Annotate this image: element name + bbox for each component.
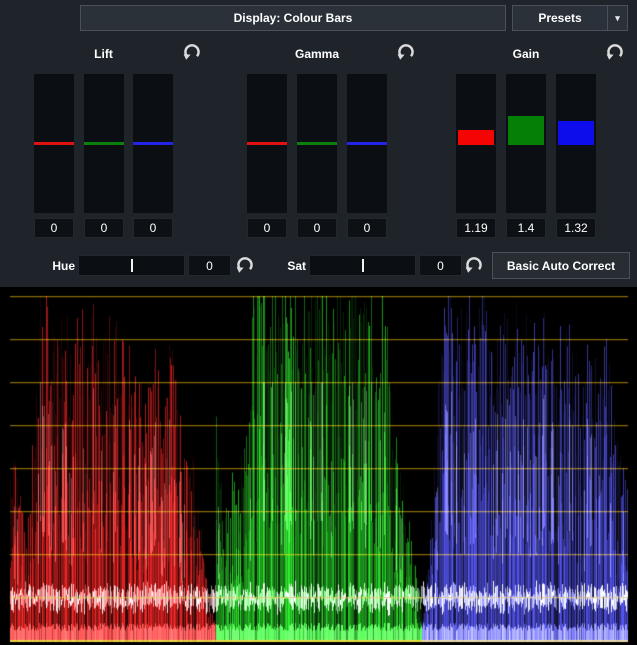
lift-red-slider[interactable] (34, 74, 74, 213)
gain-red-slider[interactable] (456, 74, 496, 213)
presets-label: Presets (513, 11, 607, 25)
gamma-blue-value[interactable]: 0 (347, 218, 387, 238)
gain-red-handle[interactable] (458, 130, 494, 145)
hue-value[interactable]: 0 (188, 255, 231, 276)
gamma-blue-slider[interactable] (347, 74, 387, 213)
lift-green-handle[interactable] (84, 142, 124, 145)
gamma-green-value[interactable]: 0 (297, 218, 337, 238)
gain-red-value[interactable]: 1.19 (456, 218, 496, 238)
sat-reset-icon[interactable] (464, 255, 484, 275)
sat-label: Sat (262, 258, 306, 274)
gain-section-label: Gain (456, 46, 596, 62)
lift-blue-slider[interactable] (133, 74, 173, 213)
sat-value[interactable]: 0 (419, 255, 462, 276)
sat-slider[interactable] (309, 255, 416, 276)
gain-blue-value[interactable]: 1.32 (556, 218, 596, 238)
gamma-red-handle[interactable] (247, 142, 287, 145)
hue-label: Hue (30, 258, 75, 274)
gamma-red-slider[interactable] (247, 74, 287, 213)
gain-blue-slider[interactable] (556, 74, 596, 213)
display-mode-label: Display: Colour Bars (234, 11, 353, 25)
gamma-red-value[interactable]: 0 (247, 218, 287, 238)
colour-correction-panel: Display: Colour Bars Presets ▾ Lift 0 0 … (0, 0, 637, 645)
lift-green-value[interactable]: 0 (84, 218, 124, 238)
basic-auto-correct-button[interactable]: Basic Auto Correct (492, 252, 630, 279)
presets-dropdown-arrow-icon[interactable]: ▾ (607, 6, 627, 30)
gamma-blue-handle[interactable] (347, 142, 387, 145)
gamma-green-handle[interactable] (297, 142, 337, 145)
hue-reset-icon[interactable] (235, 255, 255, 275)
lift-red-value[interactable]: 0 (34, 218, 74, 238)
lift-blue-handle[interactable] (133, 142, 173, 145)
gain-green-slider[interactable] (506, 74, 546, 213)
gain-blue-handle[interactable] (558, 121, 594, 145)
lift-red-handle[interactable] (34, 142, 74, 145)
lift-section-label: Lift (34, 46, 173, 62)
presets-button[interactable]: Presets ▾ (512, 5, 628, 31)
lift-green-slider[interactable] (84, 74, 124, 213)
basic-auto-correct-label: Basic Auto Correct (507, 259, 615, 273)
gamma-section-label: Gamma (247, 46, 387, 62)
display-mode-button[interactable]: Display: Colour Bars (80, 5, 506, 31)
gain-green-value[interactable]: 1.4 (506, 218, 546, 238)
gamma-reset-icon[interactable] (396, 42, 416, 62)
sat-slider-handle[interactable] (362, 259, 364, 272)
gain-green-handle[interactable] (508, 116, 544, 146)
gamma-green-slider[interactable] (297, 74, 337, 213)
gain-reset-icon[interactable] (605, 42, 625, 62)
lift-blue-value[interactable]: 0 (133, 218, 173, 238)
hue-slider[interactable] (78, 255, 185, 276)
rgb-waveform-scope (0, 287, 637, 645)
lift-reset-icon[interactable] (182, 42, 202, 62)
hue-slider-handle[interactable] (131, 259, 133, 272)
